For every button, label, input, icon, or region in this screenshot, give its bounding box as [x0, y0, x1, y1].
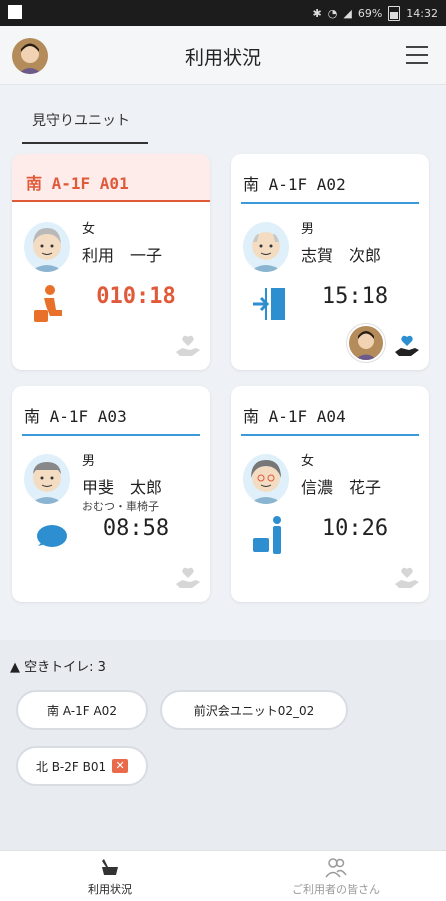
usage-status-icon: [102, 859, 118, 875]
notification-icon: [8, 5, 22, 19]
care-note: おむつ・車椅子: [82, 500, 159, 513]
unit-card-a04[interactable]: 南 A-1F A04 女 信濃 花子 10:26: [231, 386, 429, 602]
vacant-toilet-chip[interactable]: 北 B-2F B01 ✕: [16, 746, 148, 786]
user-name: 甲斐 太郎: [82, 478, 163, 497]
unit-name: 南 A-1F A03: [24, 407, 127, 426]
care-hand-icon[interactable]: [174, 334, 202, 360]
gender-label: 男: [301, 222, 315, 237]
app-bar: 利用状況: [0, 26, 446, 85]
user-name: 利用 一子: [82, 246, 163, 265]
unit-name: 南 A-1F A02: [243, 175, 346, 194]
unit-card-header: 南 A-1F A03: [22, 398, 200, 436]
vacant-toilet-chip[interactable]: 前沢会ユニット02_02: [160, 690, 348, 730]
clock: 14:32: [406, 7, 438, 20]
care-hand-icon[interactable]: [393, 566, 421, 592]
signal-icon: ◢: [343, 7, 352, 20]
unit-card-header: 南 A-1F A01: [12, 154, 210, 202]
user-name: 信濃 花子: [301, 478, 382, 497]
unit-card-a02[interactable]: 南 A-1F A02 男 志賀 次郎 15:18: [231, 154, 429, 370]
care-hand-icon[interactable]: [174, 566, 202, 592]
gender-label: 女: [82, 222, 96, 237]
toilet-seated-icon: [32, 284, 68, 324]
bottom-navigation: 利用状況 ご利用者の皆さん: [0, 850, 446, 901]
chip-label: 南 A-1F A02: [47, 703, 117, 718]
staff-avatar: [347, 324, 385, 362]
man-avatar-icon: [24, 454, 70, 504]
unit-card-a01[interactable]: 南 A-1F A01 女 利用 一子 010:18: [12, 154, 210, 370]
unit-name: 南 A-1F A01: [26, 174, 129, 193]
status-bar: ✱ ◔ ◢ 69% 14:32: [0, 0, 446, 26]
page-title: 利用状況: [184, 47, 261, 69]
users-icon: [325, 858, 347, 878]
elapsed-time: 15:18: [321, 284, 389, 309]
woman-avatar-icon: [243, 454, 289, 504]
chip-label: 前沢会ユニット02_02: [193, 703, 315, 718]
elderly-man-avatar-icon: [243, 222, 289, 272]
elapsed-time: 08:58: [102, 516, 170, 541]
wifi-icon: ◔: [327, 7, 338, 20]
vacant-toilets-title: ▲ 空きトイレ: 3: [10, 660, 106, 675]
speech-bubble-icon: [32, 516, 68, 556]
care-hand-active-icon[interactable]: [393, 334, 421, 360]
unit-name: 南 A-1F A04: [243, 407, 346, 426]
bluetooth-icon: ✱: [312, 7, 322, 20]
unit-card-a03[interactable]: 南 A-1F A03 男 甲斐 太郎 おむつ・車椅子 08:58: [12, 386, 210, 602]
elderly-woman-avatar-icon: [24, 222, 70, 272]
vacant-toilet-chip[interactable]: 南 A-1F A02: [16, 690, 148, 730]
nav-label: ご利用者の皆さん: [292, 883, 380, 896]
tab-watch-unit[interactable]: 見守りユニット: [22, 104, 148, 144]
status-right: ✱ ◔ ◢ 69% 14:32: [313, 6, 438, 21]
elapsed-time: 10:26: [321, 516, 389, 541]
gender-label: 女: [301, 454, 315, 469]
tab-label: 見守りユニット: [32, 113, 130, 129]
close-icon[interactable]: ✕: [112, 759, 129, 773]
user-name: 志賀 次郎: [301, 246, 382, 265]
chip-label: 北 B-2F B01: [35, 759, 107, 774]
elapsed-time: 010:18: [96, 284, 176, 309]
unit-card-header: 南 A-1F A04: [241, 398, 419, 436]
gender-label: 男: [82, 454, 96, 469]
unit-card-header: 南 A-1F A02: [241, 166, 419, 204]
exit-door-icon: [251, 284, 287, 324]
battery-percent: 69%: [357, 7, 383, 20]
hamburger-menu-icon[interactable]: [406, 46, 428, 64]
battery-icon: [388, 6, 401, 21]
toilet-standing-icon: [251, 516, 287, 556]
nav-usage-status[interactable]: 利用状況: [20, 855, 200, 897]
nav-users[interactable]: ご利用者の皆さん: [246, 855, 426, 897]
nav-label: 利用状況: [88, 883, 132, 896]
